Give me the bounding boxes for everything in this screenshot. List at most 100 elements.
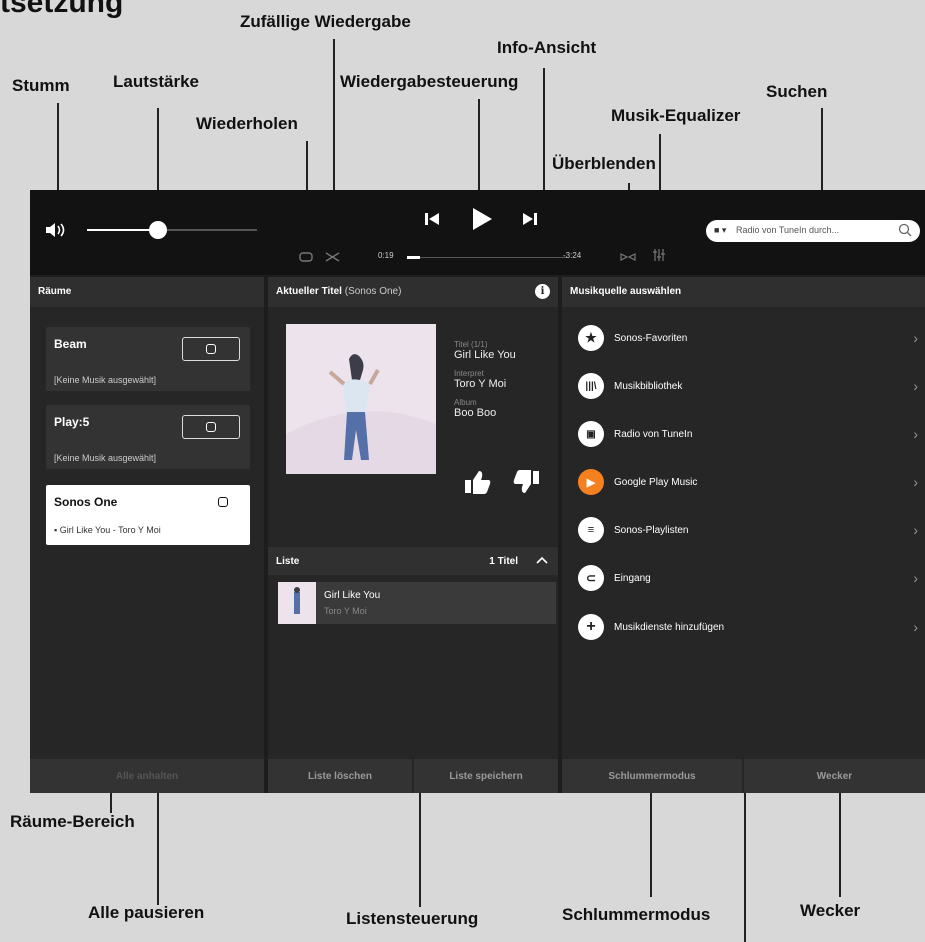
mute-icon[interactable] (44, 220, 68, 240)
queue-count: 1 Titel (489, 556, 518, 567)
source-sonos-playlists[interactable]: ≡ Sonos-Playlisten › (578, 510, 925, 550)
chevron-right-icon: › (913, 522, 918, 538)
room-name: Beam (54, 337, 87, 351)
group-icon (206, 422, 216, 432)
track-meta: Titel (1/1) Girl Like You Interpret Toro… (454, 340, 554, 427)
callout-wiederholen: Wiederholen (196, 114, 298, 133)
leader-wecker (839, 785, 841, 897)
room-status: [Keine Musik ausgewählt] (54, 375, 157, 385)
play-icon[interactable] (470, 206, 494, 232)
source-label: Sonos-Favoriten (614, 332, 688, 344)
queue-item-title: Girl Like You (324, 590, 381, 601)
leader-schlummer (650, 785, 652, 897)
thumbs-down-icon[interactable] (512, 469, 540, 495)
track-title: Girl Like You (454, 349, 516, 361)
chevron-right-icon: › (913, 330, 918, 346)
room-name: Sonos One (54, 495, 118, 509)
progress-bar[interactable] (407, 256, 567, 260)
group-button[interactable] (182, 415, 240, 439)
room-status: ▪ Girl Like You - Toro Y Moi (54, 525, 161, 535)
volume-knob[interactable] (149, 221, 168, 239)
callout-ueberblenden: Überblenden (552, 154, 656, 173)
equalizer-icon[interactable] (652, 248, 666, 262)
plus-icon: + (578, 614, 604, 640)
callout-wecker: Wecker (800, 901, 861, 920)
search-field[interactable]: ■ ▾ Radio von TuneIn durch... (706, 220, 920, 242)
source-line-in[interactable]: ⊂ Eingang › (578, 558, 925, 598)
rooms-panel: Räume Beam [Keine Musik ausgewählt] Play… (30, 277, 264, 793)
rooms-header: Räume (30, 277, 264, 307)
chevron-right-icon: › (913, 619, 918, 635)
source-sonos-favorites[interactable]: ★ Sonos-Favoriten › (578, 318, 925, 358)
group-button[interactable] (182, 337, 240, 361)
callout-alle-pausieren: Alle pausieren (88, 903, 205, 922)
callout-schlummermodus: Schlummermodus (562, 905, 711, 924)
source-music-library[interactable]: |||\ Musikbibliothek › (578, 366, 925, 406)
callout-lautstaerke: Lautstärke (113, 72, 199, 91)
source-label: Radio von TuneIn (614, 428, 693, 440)
callout-wiedergabesteuerung: Wiedergabesteuerung (340, 72, 519, 91)
music-sources-panel: Musikquelle auswählen ★ Sonos-Favoriten … (562, 277, 925, 793)
now-playing-title: Aktueller Titel (276, 286, 342, 297)
source-tunein-radio[interactable]: ▣ Radio von TuneIn › (578, 414, 925, 454)
pause-all-button[interactable]: Alle anhalten (30, 759, 264, 793)
title-label: Titel (1/1) (454, 340, 488, 349)
shuffle-icon[interactable] (325, 250, 341, 262)
time-elapsed: 0:19 (378, 251, 394, 260)
room-status: [Keine Musik ausgewählt] (54, 453, 157, 463)
queue-item-thumbnail (278, 582, 316, 624)
album-art (286, 324, 436, 474)
chevron-right-icon: › (913, 474, 918, 490)
volume-slider[interactable] (87, 221, 257, 239)
callout-equalizer: Musik-Equalizer (611, 106, 741, 125)
source-add-services[interactable]: + Musikdienste hinzufügen › (578, 607, 925, 647)
queue-item[interactable]: Girl Like You Toro Y Moi (278, 582, 556, 624)
repeat-icon[interactable] (298, 250, 314, 262)
next-track-icon[interactable] (521, 210, 539, 228)
chevron-right-icon: › (913, 426, 918, 442)
collapse-icon[interactable] (536, 555, 548, 568)
callout-suchen: Suchen (766, 82, 828, 101)
sonos-app-window: 0:19 -3:24 ■ ▾ Radio von TuneIn durch...… (30, 190, 925, 793)
room-card-beam[interactable]: Beam [Keine Musik ausgewählt] (46, 327, 250, 391)
queue-item-artist: Toro Y Moi (324, 606, 367, 616)
page-heading-fragment: tsetzung (0, 0, 124, 19)
thumbs-up-icon[interactable] (464, 469, 492, 495)
callout-zufaellige: Zufällige Wiedergabe (240, 12, 411, 31)
source-google-play[interactable]: ▶ Google Play Music › (578, 462, 925, 502)
sources-header: Musikquelle auswählen (562, 277, 925, 307)
sleep-timer-button[interactable]: Schlummermodus (562, 759, 742, 793)
info-icon[interactable]: i (535, 284, 550, 299)
group-icon[interactable] (218, 497, 228, 507)
search-icon[interactable] (898, 223, 912, 242)
line-in-icon: ⊂ (578, 565, 604, 591)
source-label: Sonos-Playlisten (614, 524, 689, 536)
callout-stumm: Stumm (12, 76, 70, 95)
previous-track-icon[interactable] (423, 210, 441, 228)
crossfade-icon[interactable] (620, 250, 636, 262)
playlist-icon: ≡ (578, 517, 604, 543)
source-label: Musikdienste hinzufügen (614, 621, 725, 633)
room-card-play5[interactable]: Play:5 [Keine Musik ausgewählt] (46, 405, 250, 469)
volume-fill (87, 229, 159, 231)
leader-liste (419, 785, 421, 907)
callout-info: Info-Ansicht (497, 38, 597, 57)
time-remaining: -3:24 (563, 251, 582, 260)
artist-label: Interpret (454, 369, 484, 378)
progress-track (407, 257, 567, 258)
chevron-right-icon: › (913, 570, 918, 586)
alarm-button[interactable]: Wecker (744, 759, 925, 793)
room-name: Play:5 (54, 415, 90, 429)
top-bar: 0:19 -3:24 ■ ▾ Radio von TuneIn durch... (30, 190, 925, 275)
source-label: Google Play Music (614, 476, 698, 488)
source-label: Musikbibliothek (614, 380, 683, 392)
save-queue-button[interactable]: Liste speichern (414, 759, 558, 793)
source-dropdown-icon[interactable]: ■ ▾ (714, 225, 726, 236)
search-input[interactable]: Radio von TuneIn durch... (736, 225, 839, 235)
star-icon: ★ (578, 325, 604, 351)
clear-queue-button[interactable]: Liste löschen (268, 759, 412, 793)
queue-header[interactable]: Liste 1 Titel (268, 547, 558, 575)
room-card-sonos-one[interactable]: Sonos One ▪ Girl Like You - Toro Y Moi (46, 485, 250, 545)
google-play-icon: ▶ (578, 469, 604, 495)
track-artist: Toro Y Moi (454, 378, 507, 390)
